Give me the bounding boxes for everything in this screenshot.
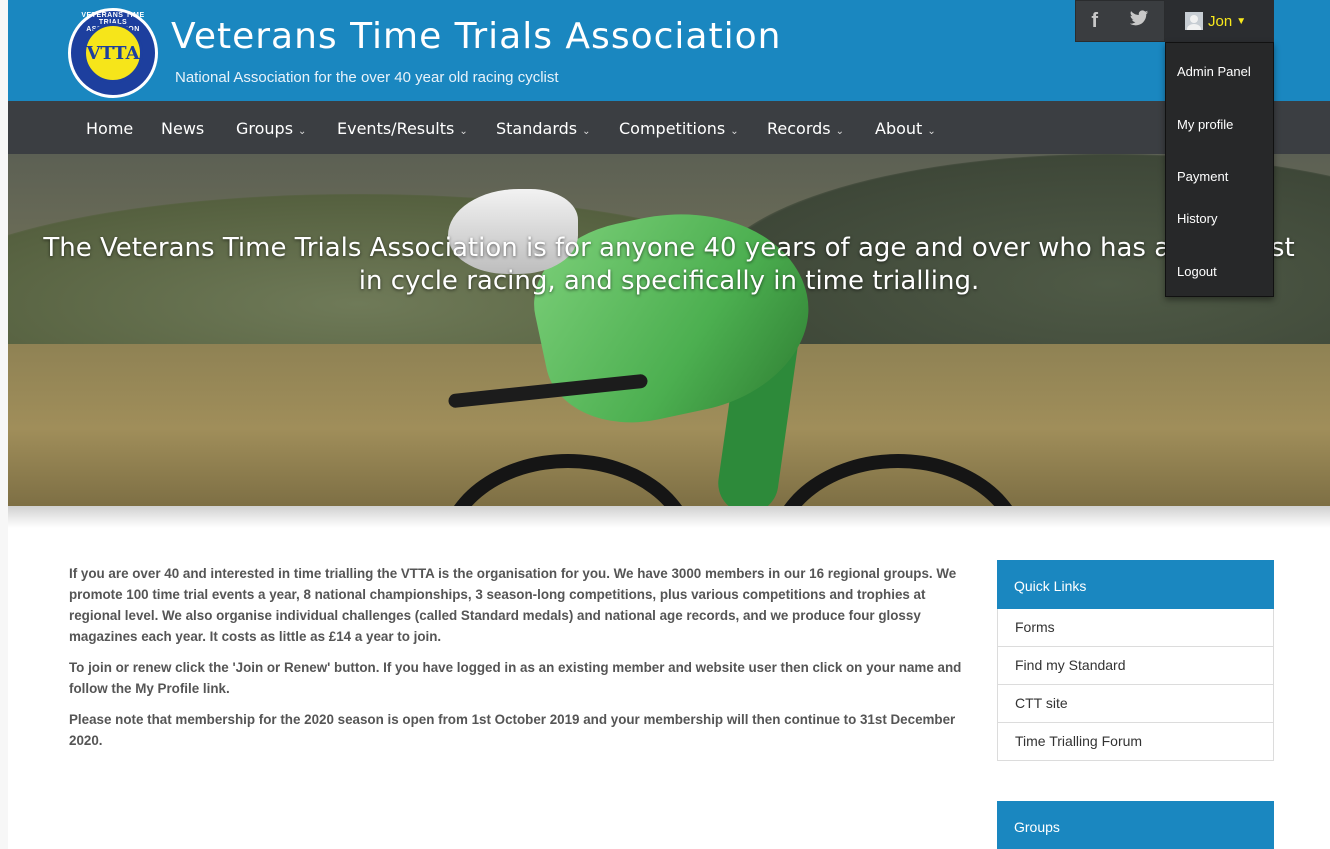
groups-panel-title: Groups bbox=[997, 801, 1274, 849]
nav-records[interactable]: Records ⌄ bbox=[767, 119, 844, 138]
nav-label: About bbox=[875, 119, 923, 138]
nav-label: Groups bbox=[236, 119, 294, 138]
user-name: Jon bbox=[1208, 12, 1233, 30]
user-dropdown-menu: Admin Panel My profile Payment History L… bbox=[1165, 42, 1274, 297]
menu-history[interactable]: History bbox=[1177, 211, 1217, 226]
nav-label: Competitions bbox=[619, 119, 726, 138]
membership-note: Please note that membership for the 2020… bbox=[69, 712, 956, 748]
quick-link-ctt-site[interactable]: CTT site bbox=[997, 685, 1274, 723]
nav-label: Home bbox=[86, 119, 134, 138]
nav-groups[interactable]: Groups ⌄ bbox=[236, 119, 306, 138]
nav-label: Events/Results bbox=[337, 119, 455, 138]
hero-line-1: The Veterans Time Trials Association is … bbox=[43, 233, 1295, 263]
nav-label: Standards bbox=[496, 119, 578, 138]
main-nav: Home News Groups ⌄ Events/Results ⌄ Standa… bbox=[8, 101, 1330, 154]
site-subtitle: National Association for the over 40 yea… bbox=[175, 69, 559, 86]
menu-admin-panel[interactable]: Admin Panel bbox=[1177, 64, 1251, 79]
site-header: VETERANS TIME TRIALS ASSOCIATION VTTA Ve… bbox=[8, 0, 1330, 101]
nav-events-results[interactable]: Events/Results ⌄ bbox=[337, 119, 468, 138]
chevron-down-icon: ⌄ bbox=[927, 126, 936, 137]
quick-links-title: Quick Links bbox=[997, 560, 1274, 609]
quick-link-forum[interactable]: Time Trialling Forum bbox=[997, 723, 1274, 761]
chevron-down-icon: ⌄ bbox=[835, 126, 845, 137]
menu-payment[interactable]: Payment bbox=[1177, 169, 1228, 184]
quick-link-find-standard[interactable]: Find my Standard bbox=[997, 647, 1274, 685]
page: VETERANS TIME TRIALS ASSOCIATION VTTA Ve… bbox=[8, 0, 1330, 849]
nav-label: News bbox=[161, 119, 205, 138]
chevron-down-icon: ⌄ bbox=[582, 126, 591, 137]
caret-down-icon: ▼ bbox=[1236, 15, 1247, 27]
hero-tagline: The Veterans Time Trials Association is … bbox=[8, 232, 1330, 298]
nav-news[interactable]: News bbox=[161, 119, 204, 138]
menu-my-profile[interactable]: My profile bbox=[1177, 117, 1233, 132]
quick-links-panel: Quick Links Forms Find my Standard CTT s… bbox=[997, 560, 1274, 761]
hero-shadow bbox=[8, 506, 1330, 528]
join-paragraph: To join or renew click the 'Join or Rene… bbox=[69, 660, 962, 696]
nav-label: Records bbox=[767, 119, 831, 138]
nav-standards[interactable]: Standards ⌄ bbox=[496, 119, 591, 138]
logo-letters: VTTA bbox=[83, 23, 143, 83]
nav-competitions[interactable]: Competitions ⌄ bbox=[619, 119, 739, 138]
hero-line-2: in cycle racing, and specifically in tim… bbox=[358, 266, 980, 296]
quick-link-forms[interactable]: Forms bbox=[997, 609, 1274, 647]
facebook-icon[interactable]: f bbox=[1091, 10, 1098, 33]
nav-about[interactable]: About ⌄ bbox=[875, 119, 936, 138]
intro-paragraph: If you are over 40 and interested in tim… bbox=[69, 566, 957, 644]
social-links: f bbox=[1075, 0, 1165, 42]
intro-text: If you are over 40 and interested in tim… bbox=[69, 563, 969, 761]
hero-banner: The Veterans Time Trials Association is … bbox=[8, 154, 1330, 506]
menu-logout[interactable]: Logout bbox=[1177, 264, 1217, 279]
chevron-down-icon: ⌄ bbox=[298, 126, 307, 137]
site-title[interactable]: Veterans Time Trials Association bbox=[171, 16, 781, 57]
chevron-down-icon: ⌄ bbox=[730, 126, 739, 137]
chevron-down-icon: ⌄ bbox=[459, 126, 468, 137]
twitter-icon[interactable] bbox=[1129, 9, 1149, 33]
vtta-logo[interactable]: VETERANS TIME TRIALS ASSOCIATION VTTA bbox=[68, 8, 158, 98]
avatar bbox=[1185, 12, 1203, 30]
user-menu-toggle[interactable]: Jon ▼ bbox=[1165, 0, 1274, 42]
nav-home[interactable]: Home bbox=[86, 119, 133, 138]
